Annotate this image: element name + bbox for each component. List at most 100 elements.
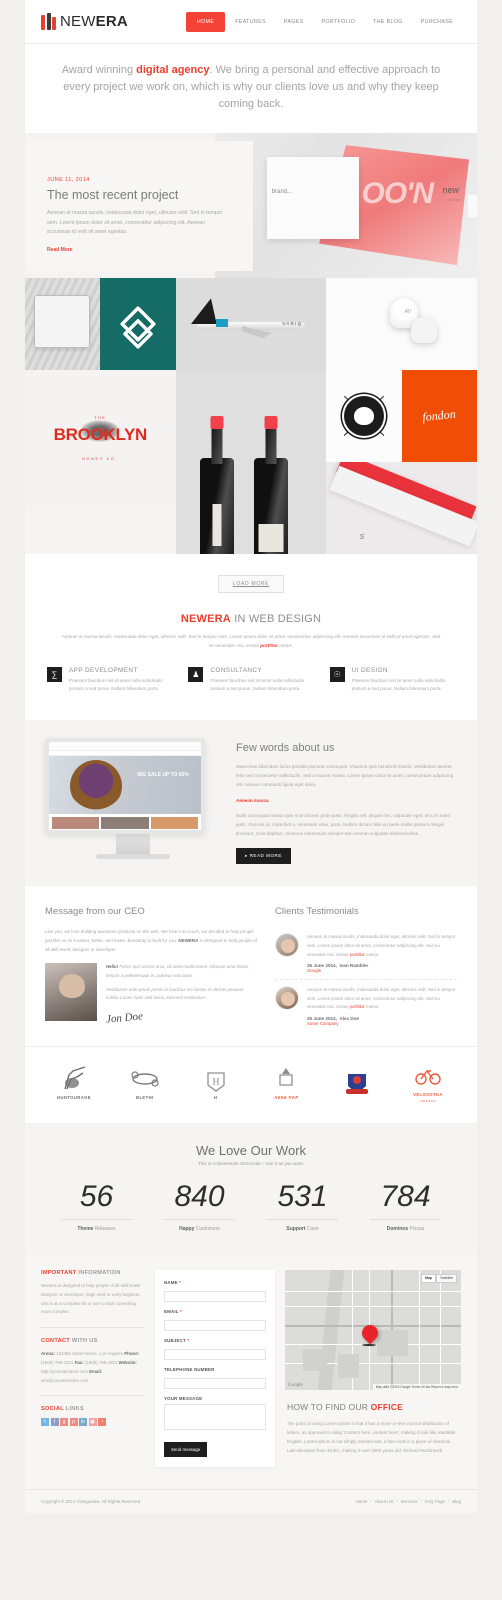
- contact-website-value[interactable]: http://yoursitename.com: [41, 1369, 89, 1374]
- footer-link-about-us[interactable]: About US: [375, 1499, 394, 1504]
- footer-link-services[interactable]: Services: [401, 1499, 418, 1504]
- achievement-label-bold: Dominos: [386, 1225, 409, 1232]
- pinterest-icon[interactable]: p: [69, 1418, 78, 1427]
- services-subtitle-link[interactable]: porttitor: [260, 643, 278, 648]
- services-heading-brand: NEWERA: [180, 613, 231, 626]
- portfolio-item-red-ribbon-print[interactable]: S: [326, 462, 477, 555]
- deer-hunter-icon: [64, 1066, 86, 1090]
- portfolio-item-boxing-gloves[interactable]: AV: [326, 278, 477, 371]
- separator: /: [447, 1498, 450, 1504]
- map-view-button[interactable]: Map: [421, 1273, 437, 1283]
- airplane-livery-text: VARIQ: [282, 321, 303, 327]
- footer-link-home[interactable]: Home: [356, 1499, 368, 1504]
- rss-icon[interactable]: ◔: [98, 1418, 106, 1427]
- footer-link-faq-page[interactable]: FAQ Page: [425, 1499, 445, 1504]
- avatar: [275, 933, 299, 958]
- name-field[interactable]: [164, 1290, 266, 1302]
- achievement-value: 531: [277, 1179, 328, 1213]
- telephone-field-label: TELEPHONE NUMBER: [164, 1366, 215, 1372]
- subject-field[interactable]: [164, 1348, 266, 1360]
- load-more-button[interactable]: LOAD MORE: [217, 575, 285, 594]
- office-title-pre: HOW TO FIND OUR: [287, 1401, 371, 1412]
- client-logo-huntourage[interactable]: HUNTOURAGE: [47, 1061, 101, 1105]
- slide-read-more-link[interactable]: Read More: [47, 247, 73, 253]
- message-field[interactable]: [164, 1403, 266, 1430]
- portfolio-item-fondon-orange[interactable]: fondon: [401, 370, 477, 463]
- slide-image-new-label: new: [442, 185, 459, 196]
- message-field-label: YOUR MESSAGE: [164, 1395, 203, 1401]
- about-title: Few words about us: [236, 742, 335, 755]
- portfolio-item-sketch-notebook[interactable]: [25, 278, 101, 371]
- testimonial-company: Google: [307, 968, 322, 974]
- nav-item-features[interactable]: FEATURES: [227, 13, 274, 31]
- nav-item-home[interactable]: HOME: [185, 11, 226, 32]
- hero-tagline: Award winning digital agency. We bring a…: [25, 44, 477, 134]
- divider: [61, 1218, 132, 1220]
- client-logo-blethi[interactable]: BLETHI: [118, 1061, 172, 1105]
- testimonial-text-link[interactable]: porttitor: [350, 952, 365, 957]
- email-label-text: EMAIL: [164, 1308, 179, 1314]
- instagram-icon[interactable]: ▣: [88, 1418, 97, 1427]
- service-consultancy[interactable]: ♟ CONSULTANCY Praesent faucibus nisl sit…: [188, 666, 313, 695]
- footer-link-blog[interactable]: Blog: [452, 1499, 461, 1504]
- slide-image-brand-label: brand...: [271, 189, 292, 196]
- ceo-quote-1: Fusce quis ornare arcu, sit amet mattis …: [106, 964, 250, 978]
- tagline-highlight: digital agency: [136, 64, 210, 76]
- contact-fax-value: (1800) 765-4321: [83, 1359, 119, 1365]
- map-type-controls: Map Satellite: [421, 1273, 457, 1283]
- contact-fax-label: Fax:: [74, 1359, 84, 1365]
- googleplus-icon[interactable]: g: [60, 1418, 68, 1427]
- contact-address-value: 123456 Street Name, Los Angeles: [54, 1351, 125, 1357]
- client-logo-blue-shield[interactable]: [330, 1061, 384, 1105]
- client-logo-akkii-par[interactable]: АККИ ПАР: [259, 1061, 313, 1105]
- email-field[interactable]: [164, 1319, 266, 1331]
- logo-bold: ERA: [95, 13, 128, 30]
- client-logos-row: HUNTOURAGE BLETHI H H АККИ ПАР VELOSOTKA…: [25, 1045, 477, 1123]
- testimonial-text-link[interactable]: porttitor: [350, 1004, 365, 1009]
- services-list: ∑ APP DEVELOPMENT Praesent faucibus nisl…: [47, 666, 455, 695]
- service-ui-design[interactable]: ☉ UI DESIGN Praesent faucibus nisl sit a…: [329, 666, 455, 695]
- nav-item-portfolio[interactable]: PORTFOLIO: [314, 13, 364, 31]
- crown-crest-icon: [279, 1068, 294, 1087]
- location-map[interactable]: Map Satellite Google Map data ©2015 Goog…: [285, 1269, 461, 1390]
- office-title: HOW TO FIND OUR OFFICE: [287, 1402, 459, 1412]
- nav-item-the-blog[interactable]: THE BLOG: [365, 13, 411, 31]
- service-title: APP DEVELOPMENT: [69, 666, 138, 674]
- divider: [267, 1218, 338, 1220]
- satellite-view-button[interactable]: Satellite: [436, 1273, 457, 1283]
- nav-item-pages[interactable]: PAGES: [276, 13, 312, 31]
- portfolio-item-wine-bottles[interactable]: [175, 370, 327, 555]
- linkedin-icon[interactable]: in: [79, 1418, 87, 1427]
- facebook-icon[interactable]: f: [50, 1418, 59, 1427]
- service-app-development[interactable]: ∑ APP DEVELOPMENT Praesent faucibus nisl…: [47, 666, 172, 695]
- contact-email-value[interactable]: info@yoursitename.com: [41, 1378, 88, 1383]
- client-logo-h-crest[interactable]: H H: [189, 1061, 243, 1105]
- logo[interactable]: NEWERA: [41, 13, 128, 30]
- slide-image-small-label: we saw: [447, 197, 461, 203]
- slider-next-arrow[interactable]: [468, 195, 477, 218]
- achievement-label-bold: Support: [286, 1225, 306, 1232]
- achievement-label-rest: Case: [305, 1225, 319, 1232]
- footer-widgets: IMPORTANT INFORMATION NewEra is designed…: [25, 1253, 477, 1489]
- twitter-icon[interactable]: t: [41, 1418, 49, 1427]
- social-title-rest: LINKS: [63, 1406, 84, 1413]
- send-message-button[interactable]: Send message: [164, 1441, 208, 1457]
- email-field-label: EMAIL *: [164, 1309, 266, 1314]
- achievement-label-bold: Theme: [77, 1225, 94, 1232]
- ceo-quote-block: Hello! Fusce quis ornare arcu, sit amet …: [106, 963, 257, 1025]
- contact-phone-label: Phone:: [124, 1351, 140, 1357]
- portfolio-item-varig-airplane[interactable]: VARIQ: [175, 278, 327, 371]
- contact-title: CONTACT WITH US: [41, 1338, 145, 1344]
- about-read-more-button[interactable]: ▸ READ MORE: [236, 848, 291, 865]
- client-logo-velosotka[interactable]: VELOSOTKA ODESSA: [401, 1061, 455, 1105]
- email-required-mark: *: [180, 1308, 182, 1314]
- nav-item-purchase[interactable]: PURCHASE: [413, 13, 461, 31]
- portfolio-item-teal-diamond-logo[interactable]: [100, 278, 176, 371]
- telephone-field[interactable]: [164, 1377, 266, 1389]
- important-title-rest: INFORMATION: [76, 1269, 121, 1276]
- subject-field-label: SUBJECT *: [164, 1338, 266, 1343]
- portfolio-item-brooklyn-honey[interactable]: THE BROOKLYN HONEY CO.: [25, 370, 176, 509]
- portfolio-item-lion-crest-badge[interactable]: [326, 370, 402, 463]
- name-field-label: NAME *: [164, 1280, 266, 1285]
- divider: [41, 1327, 145, 1329]
